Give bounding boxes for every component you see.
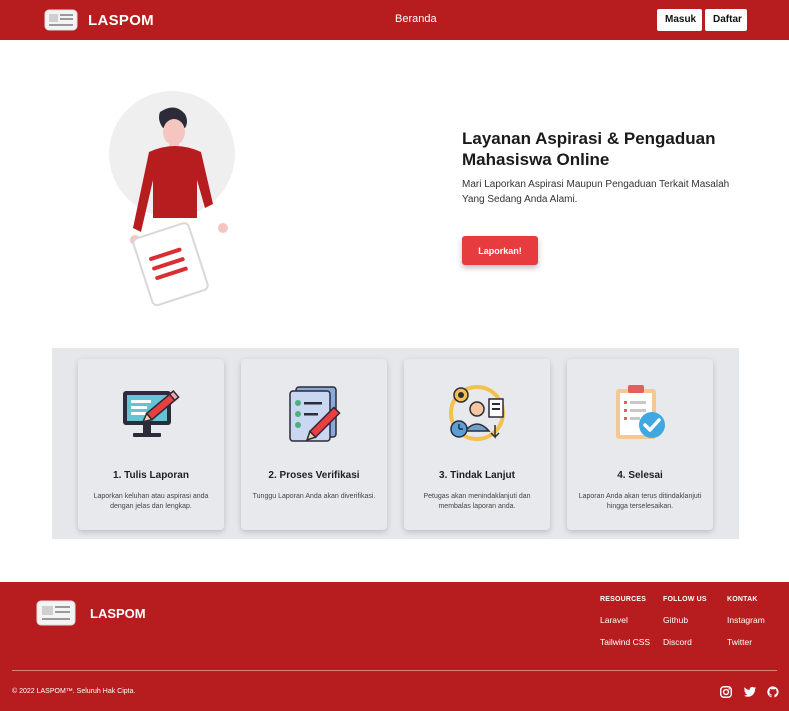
footer-link-twitter[interactable]: Twitter [727,637,765,647]
step-card-2: 2. Proses Verifikasi Tunggu Laporan Anda… [241,359,387,530]
hero-description: Mari Laporkan Aspirasi Maupun Pengaduan … [462,179,730,205]
steps-section: 1. Tulis Laporan Laporkan keluhan atau a… [52,348,739,539]
footer-col-follow: FOLLOW US Github Discord [663,596,707,659]
footer-link-discord[interactable]: Discord [663,637,707,647]
newspaper-logo-icon [44,9,78,31]
footer-brand-name: LASPOM [90,605,146,621]
footer-heading: KONTAK [727,596,758,603]
navbar: LASPOM Beranda Masuk Daftar [0,0,789,40]
footer-link-laravel[interactable]: Laravel [600,615,650,625]
step-card-4: 4. Selesai Laporan Anda akan terus ditin… [567,359,713,530]
step-description: Laporan Anda akan terus ditindaklanjuti … [578,493,702,510]
footer: LASPOM RESOURCES Laravel Tailwind CSS FO… [0,582,789,711]
footer-link-instagram[interactable]: Instagram [727,615,765,625]
step-card-1: 1. Tulis Laporan Laporkan keluhan atau a… [78,359,224,530]
worker-gear-icon [449,385,505,441]
person-holding-document-illustration [130,107,228,307]
brand-name: LASPOM [88,11,154,29]
footer-brand[interactable]: LASPOM [36,598,146,628]
footer-col-resources: RESOURCES Laravel Tailwind CSS [600,596,650,659]
step-card-3: 3. Tindak Lanjut Petugas akan menindakla… [404,359,550,530]
footer-divider [12,670,777,671]
register-button[interactable]: Daftar [705,9,747,31]
checklist-pencil-icon [289,386,341,442]
clipboard-check-icon [616,385,665,439]
step-title: 1. Tulis Laporan [113,470,189,481]
step-title: 2. Proses Verifikasi [268,470,360,481]
step-title: 3. Tindak Lanjut [439,470,515,481]
report-button[interactable]: Laporkan! [462,236,538,265]
login-button[interactable]: Masuk [657,9,702,31]
step-title: 4. Selesai [617,470,663,481]
twitter-icon[interactable] [743,685,757,699]
hero-title: Layanan Aspirasi & Pengaduan Mahasiswa O… [462,129,716,169]
brand-link[interactable]: LASPOM [44,8,154,32]
footer-heading: RESOURCES [600,596,647,603]
footer-heading: FOLLOW US [663,596,707,603]
newspaper-logo-icon [36,600,76,626]
nav-link-beranda[interactable]: Beranda [395,13,437,25]
step-description: Laporkan keluhan atau aspirasi anda deng… [93,493,209,510]
instagram-icon[interactable] [719,685,733,699]
github-icon[interactable] [766,685,780,699]
step-description: Petugas akan menindaklanjuti dan membala… [423,493,531,510]
footer-copyright: © 2022 LASPOM™. Seluruh Hak Cipta. [12,688,136,695]
step-description: Tunggu Laporan Anda akan diverifikasi. [252,493,376,500]
computer-edit-icon [123,389,180,437]
footer-col-contact: KONTAK Instagram Twitter [727,596,765,659]
footer-link-github[interactable]: Github [663,615,707,625]
footer-link-tailwind[interactable]: Tailwind CSS [600,637,650,647]
